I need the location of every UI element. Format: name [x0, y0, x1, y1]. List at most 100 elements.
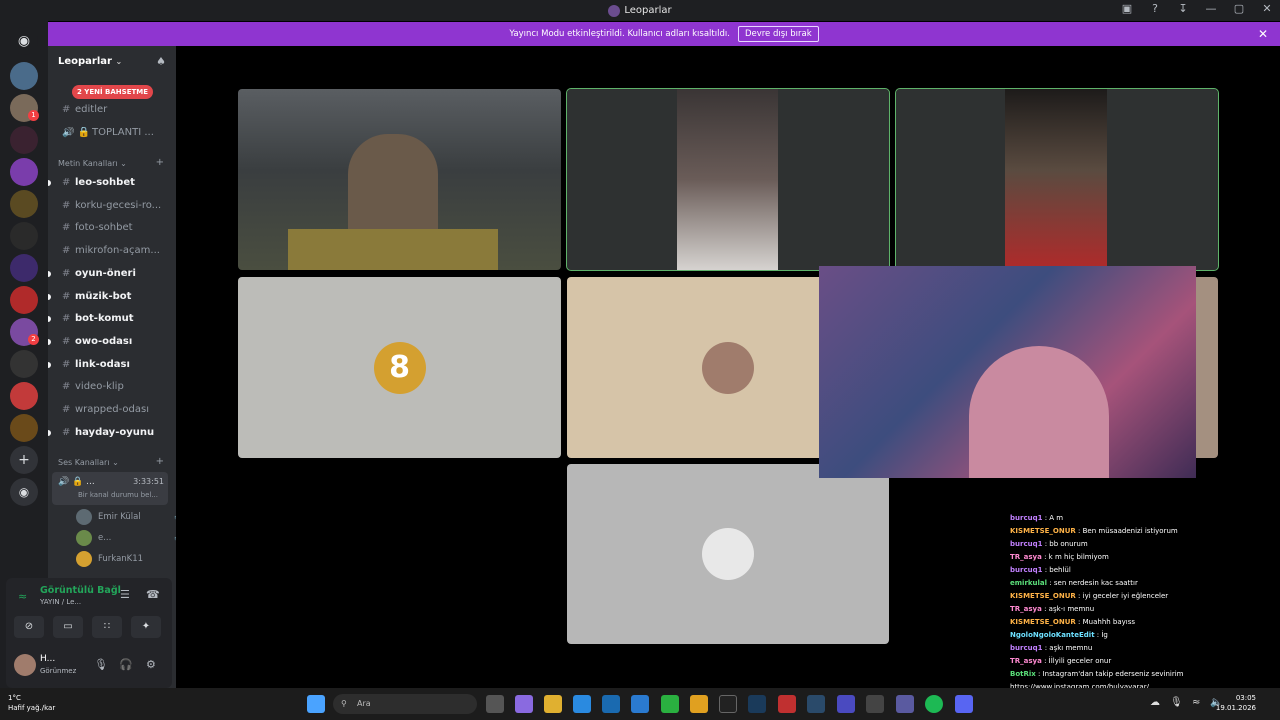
app-icon[interactable] [866, 695, 884, 713]
server-icon[interactable] [10, 158, 38, 186]
file-explorer-icon[interactable] [544, 695, 562, 713]
add-channel-icon[interactable]: + [156, 157, 164, 168]
signal-icon[interactable]: ≈ [18, 590, 27, 603]
edge-icon[interactable] [573, 695, 591, 713]
server-icon[interactable] [10, 414, 38, 442]
discord-taskbar-icon[interactable] [955, 695, 973, 713]
server-icon[interactable] [10, 62, 38, 90]
chat-message: TR_asya : aşk-ı memnu [1010, 603, 1280, 616]
minimize-button[interactable]: — [1204, 2, 1218, 15]
start-icon[interactable] [307, 695, 325, 713]
camera-off-button[interactable]: ⊘ [14, 616, 44, 638]
channel-item[interactable]: # foto-sohbet [62, 222, 174, 233]
microphone-icon[interactable]: 🎙 [1170, 697, 1183, 708]
voice-user[interactable]: e... 📹 [76, 530, 176, 546]
inbox-icon[interactable]: ▣ [1120, 2, 1134, 15]
download-icon[interactable]: ↧ [1176, 2, 1190, 15]
channel-item[interactable]: # korku-gecesi-ro... [62, 200, 174, 211]
add-server-icon[interactable]: + [10, 446, 38, 474]
chrome-icon[interactable] [690, 695, 708, 713]
voice-status[interactable]: Görüntülü Bağl [40, 585, 121, 596]
hash-icon: # [62, 426, 71, 438]
steam-icon[interactable] [748, 695, 766, 713]
server-icon[interactable] [10, 222, 38, 250]
guild-header[interactable]: Leoparlar ⌄ [58, 56, 122, 67]
voice-user[interactable]: Emir Külal 📹 [76, 509, 176, 525]
channel-item[interactable]: # leo-sohbet [62, 177, 174, 188]
disable-streamer-mode-button[interactable]: Devre dışı bırak [737, 26, 819, 42]
server-icon[interactable] [10, 190, 38, 218]
video-tile[interactable] [567, 464, 889, 644]
category-text-channels[interactable]: Metin Kanalları ⌄ [58, 159, 127, 168]
outlook-icon[interactable] [631, 695, 649, 713]
disconnect-icon[interactable]: ☎ [146, 588, 160, 601]
activities-button[interactable]: ∷ [92, 616, 122, 638]
server-icon[interactable] [10, 286, 38, 314]
chat-username: burcuq1 [1010, 514, 1043, 522]
network-icon[interactable]: ☁ [1150, 697, 1160, 708]
xbox-icon[interactable] [661, 695, 679, 713]
video-tile[interactable] [895, 88, 1219, 271]
channel-label: oyun-öneri [75, 267, 136, 279]
app-icon[interactable] [837, 695, 855, 713]
weather-temp: 1°C [8, 694, 21, 702]
video-tile[interactable] [566, 88, 890, 271]
close-button[interactable]: ✕ [1260, 2, 1274, 15]
new-mentions-pill[interactable]: 2 YENİ BAHSETME [72, 85, 154, 99]
voice-channel[interactable]: 🔊 🔒 ... 3:33:51 Bir kanal durumu bel... [52, 472, 168, 505]
channel-item[interactable]: # müzik-bot [62, 291, 174, 302]
discover-icon[interactable]: ◉ [10, 478, 38, 506]
channel-item[interactable]: # owo-odası [62, 336, 174, 347]
microphone-icon[interactable]: 🎙 [94, 658, 108, 671]
app-icon[interactable] [896, 695, 914, 713]
taskbar-search[interactable]: ⚲ Ara [333, 694, 477, 714]
participant-avatar [702, 341, 754, 394]
soundboard-button[interactable]: ✦ [131, 616, 161, 638]
channel-item[interactable]: # bot-komut [62, 313, 174, 324]
hash-icon: # [62, 381, 71, 393]
task-view-icon[interactable] [486, 695, 504, 713]
invite-icon[interactable]: ♠ [156, 55, 166, 68]
store-icon[interactable] [602, 695, 620, 713]
channel-item[interactable]: # video-klip [62, 381, 174, 392]
unread-indicator [48, 316, 51, 323]
channel-item[interactable]: # link-odası [62, 359, 174, 370]
chat-text: : behlül [1044, 566, 1071, 574]
channel-item[interactable]: # hayday-oyunu [62, 427, 174, 438]
headphones-icon[interactable]: 🎧 [119, 658, 133, 671]
add-channel-icon[interactable]: + [156, 456, 164, 467]
voice-user[interactable]: FurkanK11 [76, 551, 143, 567]
screen-share-button[interactable]: ▭ [53, 616, 83, 638]
avatar[interactable] [14, 654, 36, 676]
settings-icon[interactable]: ⚙ [146, 658, 156, 671]
spotify-icon[interactable] [925, 695, 943, 713]
video-tile[interactable]: 8 [238, 277, 561, 458]
taskbar-clock[interactable]: 03:05 19.01.2026 [1216, 693, 1256, 713]
server-icon[interactable] [10, 254, 38, 282]
voice-channel-label: 🔊 🔒 ... [58, 477, 95, 487]
channel-item[interactable]: # mikrofon-açam... [62, 245, 174, 256]
app-icon[interactable] [807, 695, 825, 713]
weather-widget[interactable]: 1°C Hafif yağ./kar [8, 693, 55, 713]
wifi-icon[interactable]: ≈ [1192, 697, 1200, 708]
copilot-icon[interactable] [515, 695, 533, 713]
app-icon[interactable] [778, 695, 796, 713]
maximize-button[interactable]: ▢ [1232, 2, 1246, 15]
channel-item[interactable]: # editler [62, 104, 174, 115]
server-icon[interactable] [10, 350, 38, 378]
noise-suppression-icon[interactable]: ☰ [120, 588, 130, 601]
video-tile[interactable] [238, 89, 561, 270]
time: 03:05 [1235, 694, 1256, 702]
help-icon[interactable]: ? [1148, 2, 1162, 15]
category-voice-channels[interactable]: Ses Kanalları ⌄ [58, 458, 119, 467]
server-icon[interactable] [10, 382, 38, 410]
channel-item[interactable]: 🔊 🔒 TOPLANTI ... [62, 127, 174, 138]
category-label: Metin Kanalları ⌄ [58, 159, 127, 168]
channel-item[interactable]: # wrapped-odası [62, 404, 174, 415]
chat-username: TR_asya [1010, 605, 1042, 613]
epic-games-icon[interactable] [719, 695, 737, 713]
channel-item[interactable]: # oyun-öneri [62, 268, 174, 279]
banner-close-icon[interactable]: ✕ [1258, 27, 1268, 41]
server-icon[interactable] [10, 126, 38, 154]
discord-home-icon[interactable]: ◉ [10, 27, 38, 55]
